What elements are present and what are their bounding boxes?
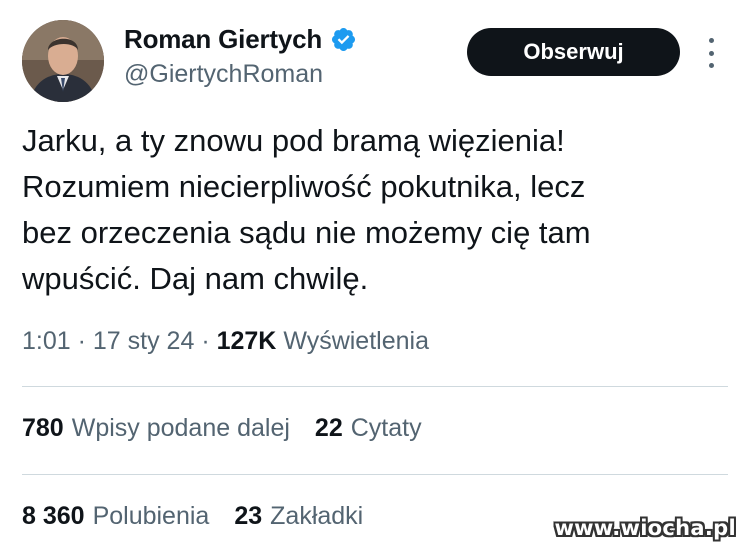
author-name-row: Roman Giertych [124,24,357,55]
avatar[interactable] [22,20,104,102]
verified-badge-icon [332,27,356,52]
dot [708,38,714,43]
views-count: 127K [216,327,277,355]
bookmarks-label: Zakładki [270,502,364,530]
author-name[interactable]: Roman Giertych [124,24,322,55]
tweet-meta: 1:01 · 17 sty 24 · 127K Wyświetlenia [22,327,429,356]
author-handle[interactable]: @GiertychRoman [124,60,323,89]
likes-count: 8 360 [22,502,85,530]
quotes-label: Cytaty [350,414,422,442]
views-label: Wyświetlenia [283,327,429,355]
quotes-count: 22 [314,414,343,442]
bookmarks-stat[interactable]: 23 Zakładki [234,502,363,531]
meta-separator: · [201,327,210,355]
likes-stat[interactable]: 8 360 Polubienia [22,502,209,531]
more-vertical-icon[interactable] [700,38,722,68]
meta-separator: · [77,327,86,355]
watermark: www.wiocha.pl [554,516,736,540]
tweet-line: wpuścić. Daj nam chwilę. [22,261,369,296]
likes-label: Polubienia [92,502,210,530]
bookmarks-count: 23 [234,502,263,530]
divider [22,386,728,387]
reposts-label: Wpisy podane dalej [71,414,290,442]
reposts-count: 780 [22,414,64,442]
tweet-line: Jarku, a ty znowu pod bramą więzienia! [22,123,565,158]
tweet-line: bez orzeczenia sądu nie możemy cię tam [22,215,591,250]
tweet-line: Rozumiem niecierpliwość pokutnika, lecz [22,169,586,204]
reposts-stat[interactable]: 780 Wpisy podane dalej [22,414,290,443]
stats-row-likes: 8 360 Polubienia 23 Zakładki [22,502,388,531]
divider [22,474,728,475]
tweet-time[interactable]: 1:01 [22,327,71,355]
dot [708,50,714,56]
tweet-text: Jarku, a ty znowu pod bramą więzienia! R… [22,118,722,302]
tweet-date[interactable]: 17 sty 24 [93,327,194,355]
stats-row-reposts: 780 Wpisy podane dalej 22 Cytaty [22,414,447,443]
follow-button[interactable]: Obserwuj [467,28,680,76]
quotes-stat[interactable]: 22 Cytaty [315,414,422,443]
dot [708,63,714,68]
